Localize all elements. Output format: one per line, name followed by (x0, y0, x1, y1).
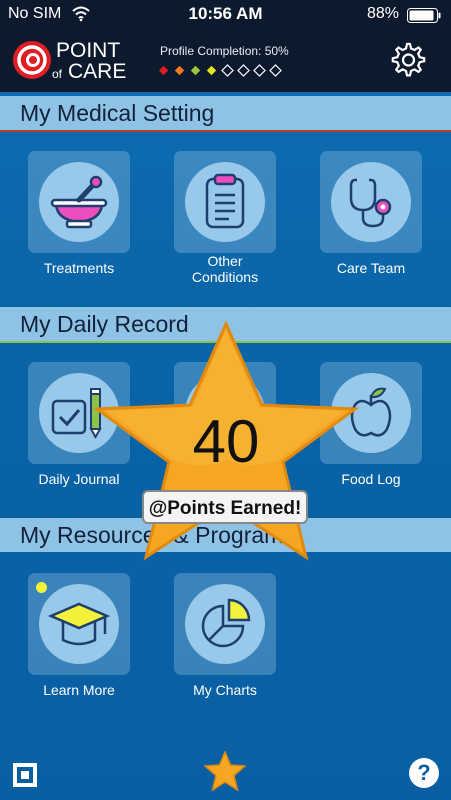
other-conditions-label: Other Conditions (191, 253, 259, 285)
food-log-label: Food Log (341, 471, 401, 487)
mortar-pestle-icon (39, 162, 119, 242)
logo-text-of: of (52, 67, 63, 81)
clipboard-icon (185, 162, 265, 242)
my-charts-label: My Charts (193, 682, 257, 698)
status-bar: No SIM 10:56 AM 88% (0, 0, 451, 30)
progress-diamond (173, 64, 186, 77)
battery-icon (407, 8, 441, 23)
graduation-cap-icon (39, 584, 119, 664)
section-title-daily: My Daily Record (20, 311, 189, 337)
section-title-resources: My Resources & Programs (20, 522, 295, 548)
apple-icon (331, 373, 411, 453)
gear-icon[interactable] (388, 41, 426, 79)
progress-diamond (221, 64, 234, 77)
pie-chart-icon (185, 584, 265, 664)
progress-diamond (205, 64, 218, 77)
logo-text-care: CARE (68, 60, 126, 82)
care-team-label: Care Team (336, 260, 406, 276)
point-of-care-logo: POINT of CARE (13, 39, 126, 82)
progress-diamond (189, 64, 202, 77)
section-header-daily: My Daily Record (0, 307, 451, 341)
points-value: 40 (192, 408, 260, 475)
rewards-star-icon[interactable] (204, 751, 246, 791)
section-divider-daily (0, 341, 451, 343)
app-header: POINT of CARE Profile Completion: 50% (0, 30, 451, 92)
progress-diamond (269, 64, 282, 77)
section-divider-medical (0, 130, 451, 132)
scan-icon[interactable] (12, 762, 38, 788)
points-earned-badge: @Points Earned! (142, 490, 308, 524)
treatments-tile[interactable] (28, 151, 130, 253)
learn-more-label: Learn More (43, 682, 115, 698)
stethoscope-icon (331, 162, 411, 242)
new-indicator-dot (36, 582, 47, 593)
food-log-tile[interactable] (320, 362, 422, 464)
profile-completion-label: Profile Completion: 50% (160, 44, 289, 58)
daily-journal-label: Daily Journal (38, 471, 120, 487)
help-button[interactable]: ? (409, 758, 439, 788)
journal-check-icon (39, 373, 119, 453)
my-charts-tile[interactable] (174, 573, 276, 675)
logo-text-point: POINT (56, 39, 120, 62)
care-team-tile[interactable] (320, 151, 422, 253)
progress-diamond (237, 64, 250, 77)
progress-diamond (253, 64, 266, 77)
battery-percent: 88% (366, 5, 399, 22)
profile-progress (157, 64, 282, 77)
section-title-medical: My Medical Setting (20, 100, 215, 126)
other-conditions-tile[interactable] (174, 151, 276, 253)
section-header-medical: My Medical Setting (0, 96, 451, 130)
progress-diamond (157, 64, 170, 77)
daily-journal-tile[interactable] (28, 362, 130, 464)
treatments-label: Treatments (43, 260, 115, 276)
